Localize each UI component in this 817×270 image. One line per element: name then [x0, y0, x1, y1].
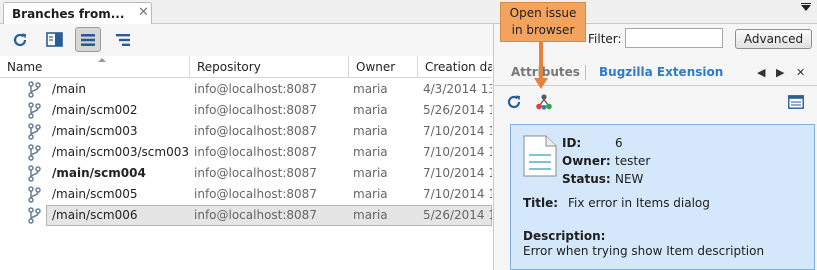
branch-owner: maria — [353, 103, 388, 117]
refresh-icon — [13, 33, 27, 46]
issue-description-label: Description: — [523, 229, 606, 243]
branch-repository: info@localhost:8087 — [194, 103, 317, 117]
issue-id-value: 6 — [615, 136, 623, 150]
branch-name: /main/scm005 — [52, 187, 138, 201]
branch-name: /main/scm004 — [52, 166, 146, 180]
branch-icon — [27, 123, 41, 143]
table-row[interactable]: /main/scm003 info@localhost:8087 maria 7/10… — [0, 121, 492, 142]
callout-line-2: in browser — [511, 23, 575, 37]
table-row[interactable]: /main/scm002 info@localhost:8087 maria 5/26… — [0, 100, 492, 121]
close-tab-icon[interactable]: ✕ — [138, 5, 149, 20]
branch-icon — [27, 102, 41, 122]
tab-attributes[interactable]: Attributes — [511, 65, 580, 79]
issue-id-label: ID: — [562, 136, 582, 150]
branch-icon — [27, 81, 41, 101]
issue-status-value: NEW — [615, 172, 644, 186]
branch-name: /main — [52, 82, 87, 96]
extension-toolbar — [494, 86, 817, 116]
sort-ascending-icon — [98, 58, 106, 62]
table-header: Name Repository Owner Creation date — [0, 56, 492, 78]
document-icon — [523, 135, 557, 177]
branch-owner: maria — [353, 208, 388, 222]
list-view-button[interactable] — [75, 27, 101, 52]
table-row[interactable]: /main/scm005 info@localhost:8087 maria 7/10… — [0, 184, 492, 205]
refresh-icon — [507, 95, 521, 109]
branch-name: /main/scm002 — [52, 103, 138, 117]
tree-icon — [116, 33, 130, 46]
filter-input[interactable] — [625, 28, 723, 48]
branches-tab-title: Branches from... — [12, 7, 125, 21]
tab-bugzilla-extension[interactable]: Bugzilla Extension — [599, 65, 723, 79]
branch-owner: maria — [353, 145, 388, 159]
branch-owner: maria — [353, 187, 388, 201]
branch-creation-date: 5/26/2014 16 — [423, 103, 492, 117]
issue-description-value: Error when trying show Item description — [523, 244, 765, 258]
branch-repository: info@localhost:8087 — [194, 187, 317, 201]
close-pane-icon[interactable]: ✕ — [796, 66, 805, 79]
issue-owner-value: tester — [615, 154, 651, 168]
callout-arrow-stem — [539, 42, 543, 80]
panel-icon — [45, 32, 63, 47]
branch-repository: info@localhost:8087 — [194, 124, 317, 138]
window-icon — [788, 95, 804, 109]
open-issue-callout: Open issue in browser — [500, 2, 586, 42]
branch-owner: maria — [353, 166, 388, 180]
issue-title-label: Title: — [523, 196, 559, 210]
branch-name: /main/scm003/scm003.a — [52, 145, 188, 159]
branch-repository: info@localhost:8087 — [194, 208, 317, 222]
branch-creation-date: 7/10/2014 19 — [423, 187, 492, 201]
issue-owner-label: Owner: — [562, 154, 611, 168]
open-in-browser-icon — [536, 94, 552, 110]
branch-creation-date: 7/10/2014 19 — [423, 166, 492, 180]
column-header-owner[interactable]: Owner — [349, 56, 418, 78]
callout-arrow-head-icon — [534, 78, 548, 89]
previous-tab-icon[interactable]: ◀ — [757, 66, 765, 79]
branch-owner: maria — [353, 82, 388, 96]
advanced-button[interactable]: Advanced — [735, 29, 812, 49]
branch-repository: info@localhost:8087 — [194, 166, 317, 180]
column-header-repository[interactable]: Repository — [190, 56, 349, 78]
branch-repository: info@localhost:8087 — [194, 145, 317, 159]
tab-separator — [585, 65, 586, 80]
column-header-name[interactable]: Name — [0, 56, 190, 78]
view-tab-bar: Branches from... ✕ — [0, 0, 817, 25]
tree-view-button[interactable] — [110, 27, 136, 52]
branches-table: Name Repository Owner Creation date /mai… — [0, 56, 492, 270]
view-menu-icon[interactable] — [801, 5, 811, 11]
refresh-button[interactable] — [7, 27, 33, 52]
branch-icon — [27, 207, 41, 227]
branch-icon — [27, 144, 41, 164]
branch-icon — [27, 165, 41, 185]
issue-title-value: Fix error in Items dialog — [568, 196, 710, 210]
branch-creation-date: 4/3/2014 13:4 — [423, 82, 492, 96]
table-row[interactable]: /main/scm006 info@localhost:8087 maria 5/26… — [0, 205, 492, 226]
next-tab-icon[interactable]: ▶ — [776, 66, 784, 79]
branch-name: /main/scm006 — [52, 208, 138, 222]
open-issue-in-browser-button[interactable] — [534, 92, 554, 112]
callout-line-1: Open issue — [509, 6, 577, 20]
branches-tab[interactable]: Branches from... ✕ — [3, 2, 152, 25]
branch-icon — [27, 186, 41, 206]
table-row[interactable]: /main/scm003/scm003.a info@localhost:8087… — [0, 142, 492, 163]
issue-card: ID: 6 Owner: tester Status: NEW Title: F… — [510, 124, 815, 270]
branch-repository: info@localhost:8087 — [194, 82, 317, 96]
table-row[interactable]: /main/scm004 info@localhost:8087 maria 7/10… — [0, 163, 492, 184]
column-header-creation-date[interactable]: Creation date — [418, 56, 492, 78]
browser-view-button[interactable] — [786, 92, 806, 112]
issue-status-label: Status: — [562, 172, 611, 186]
refresh-issue-button[interactable] — [504, 92, 524, 112]
branch-owner: maria — [353, 124, 388, 138]
toggle-panel-button[interactable] — [41, 27, 67, 52]
list-icon — [81, 33, 95, 46]
view-menu-bar — [801, 3, 811, 4]
table-row[interactable]: /main info@localhost:8087 maria 4/3/2014 13… — [0, 79, 492, 100]
branch-creation-date: 7/10/2014 19 — [423, 124, 492, 138]
branch-name: /main/scm003 — [52, 124, 138, 138]
branch-creation-date: 7/10/2014 19 — [423, 145, 492, 159]
filter-label: Filter: — [588, 32, 622, 46]
branch-creation-date: 5/26/2014 16 — [423, 208, 492, 222]
